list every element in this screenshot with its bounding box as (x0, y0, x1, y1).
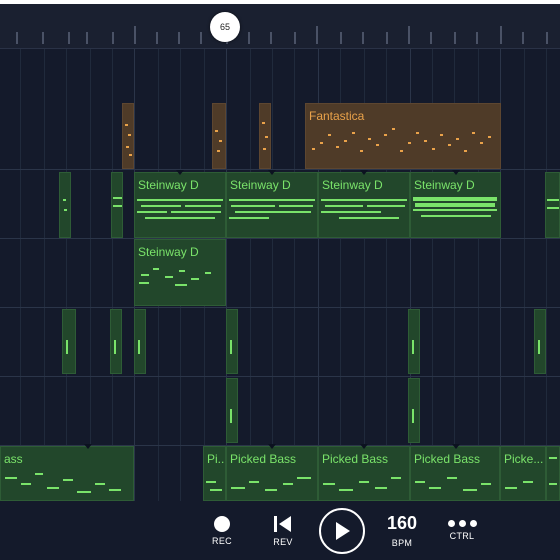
clip-bass-fragment[interactable] (546, 446, 560, 501)
clip-short[interactable] (110, 309, 122, 374)
clip-label: Steinway D (138, 245, 199, 259)
clip-short[interactable] (408, 378, 420, 443)
clip-piano[interactable]: Steinway D (410, 172, 501, 238)
ruler-tick (294, 32, 296, 44)
ruler-tick (248, 32, 250, 44)
ruler-tick (546, 32, 548, 44)
bpm-label: BPM (391, 538, 413, 548)
clip-fantastica[interactable]: Fantastica (305, 103, 501, 169)
rev-label: REV (273, 536, 293, 547)
rec-button[interactable]: REC (202, 501, 242, 560)
clip-short[interactable] (134, 309, 146, 374)
clip-label: Steinway D (138, 178, 199, 192)
clip-piano-2[interactable]: Steinway D (134, 239, 226, 306)
ruler-tick (430, 32, 432, 44)
playhead-marker[interactable]: 65 (210, 12, 240, 42)
ruler-tick (500, 26, 502, 44)
play-icon (336, 521, 350, 540)
ruler-tick (340, 32, 342, 44)
clip-piano[interactable]: Steinway D (134, 172, 226, 238)
clip-piano-fragment[interactable] (111, 172, 123, 238)
ruler-tick (86, 32, 88, 44)
ruler-tick (522, 32, 524, 44)
ruler-tick (270, 32, 272, 44)
play-button[interactable] (316, 501, 368, 560)
clip-bass[interactable]: Picked Bass (410, 446, 500, 501)
clip-piano-fragment[interactable] (59, 172, 71, 238)
clip-marker (360, 444, 368, 449)
clip-label: Fantastica (309, 109, 365, 123)
clip-short[interactable] (62, 309, 76, 374)
more-icon (447, 520, 477, 527)
clip-short[interactable] (226, 309, 238, 374)
clip-fantastica-fragment[interactable] (212, 103, 226, 169)
clip-label: ass (4, 452, 23, 466)
ruler-tick (112, 32, 114, 44)
ruler-tick (200, 32, 202, 44)
clip-label: Steinway D (322, 178, 383, 192)
clip-label: Picked Bass (230, 452, 297, 466)
clip-fantastica-fragment[interactable] (122, 103, 134, 169)
bpm-value: 160 (386, 513, 418, 533)
clip-marker (268, 170, 276, 175)
clip-short[interactable] (226, 378, 238, 443)
ruler-tick (178, 32, 180, 44)
clip-label: Picke... (504, 452, 544, 466)
arrangement-grid[interactable]: Fantastica Steinway D Steinway D Steinwa… (0, 49, 560, 501)
ruler-tick (68, 32, 70, 44)
ctrl-button[interactable]: CTRL (440, 501, 484, 560)
clip-bass-fragment[interactable]: Pi... (203, 446, 226, 501)
clip-short[interactable] (408, 309, 420, 374)
clip-marker (452, 170, 460, 175)
ruler-tick (156, 32, 158, 44)
clip-label: Steinway D (230, 178, 291, 192)
clip-marker (452, 444, 460, 449)
clip-fantastica-fragment[interactable] (259, 103, 271, 169)
clip-bass[interactable]: Picke... (500, 446, 546, 501)
ruler-tick (316, 26, 318, 44)
rewind-icon (274, 515, 291, 532)
ruler-tick (454, 32, 456, 44)
record-icon (214, 515, 230, 532)
ruler-tick (476, 32, 478, 44)
bpm-button[interactable]: 160 BPM (380, 501, 424, 560)
clip-piano-fragment[interactable] (545, 172, 560, 238)
rev-button[interactable]: REV (263, 501, 303, 560)
ruler-tick (408, 26, 410, 44)
rec-label: REC (212, 535, 232, 546)
clip-bass[interactable]: ass (0, 446, 134, 501)
clip-label: Picked Bass (414, 452, 481, 466)
ruler-tick (386, 32, 388, 44)
clip-marker (268, 444, 276, 449)
clip-marker (176, 170, 184, 175)
clip-bass[interactable]: Picked Bass (226, 446, 318, 501)
ruler-tick (362, 32, 364, 44)
clip-bass[interactable]: Picked Bass (318, 446, 410, 501)
clip-marker (84, 444, 92, 449)
clip-piano[interactable]: Steinway D (318, 172, 410, 238)
transport-bar: REC REV 160 BPM CTRL (0, 501, 560, 560)
timeline-ruler[interactable]: 65 (0, 4, 560, 49)
ctrl-label: CTRL (449, 531, 475, 541)
ruler-tick (16, 32, 18, 44)
clip-label: Picked Bass (322, 452, 389, 466)
clip-label: Pi... (207, 452, 226, 466)
clip-piano[interactable]: Steinway D (226, 172, 318, 238)
clip-short[interactable] (534, 309, 546, 374)
ruler-tick (42, 32, 44, 44)
clip-label: Steinway D (414, 178, 475, 192)
play-ring (319, 507, 365, 554)
clip-marker (360, 170, 368, 175)
ruler-tick (134, 26, 136, 44)
